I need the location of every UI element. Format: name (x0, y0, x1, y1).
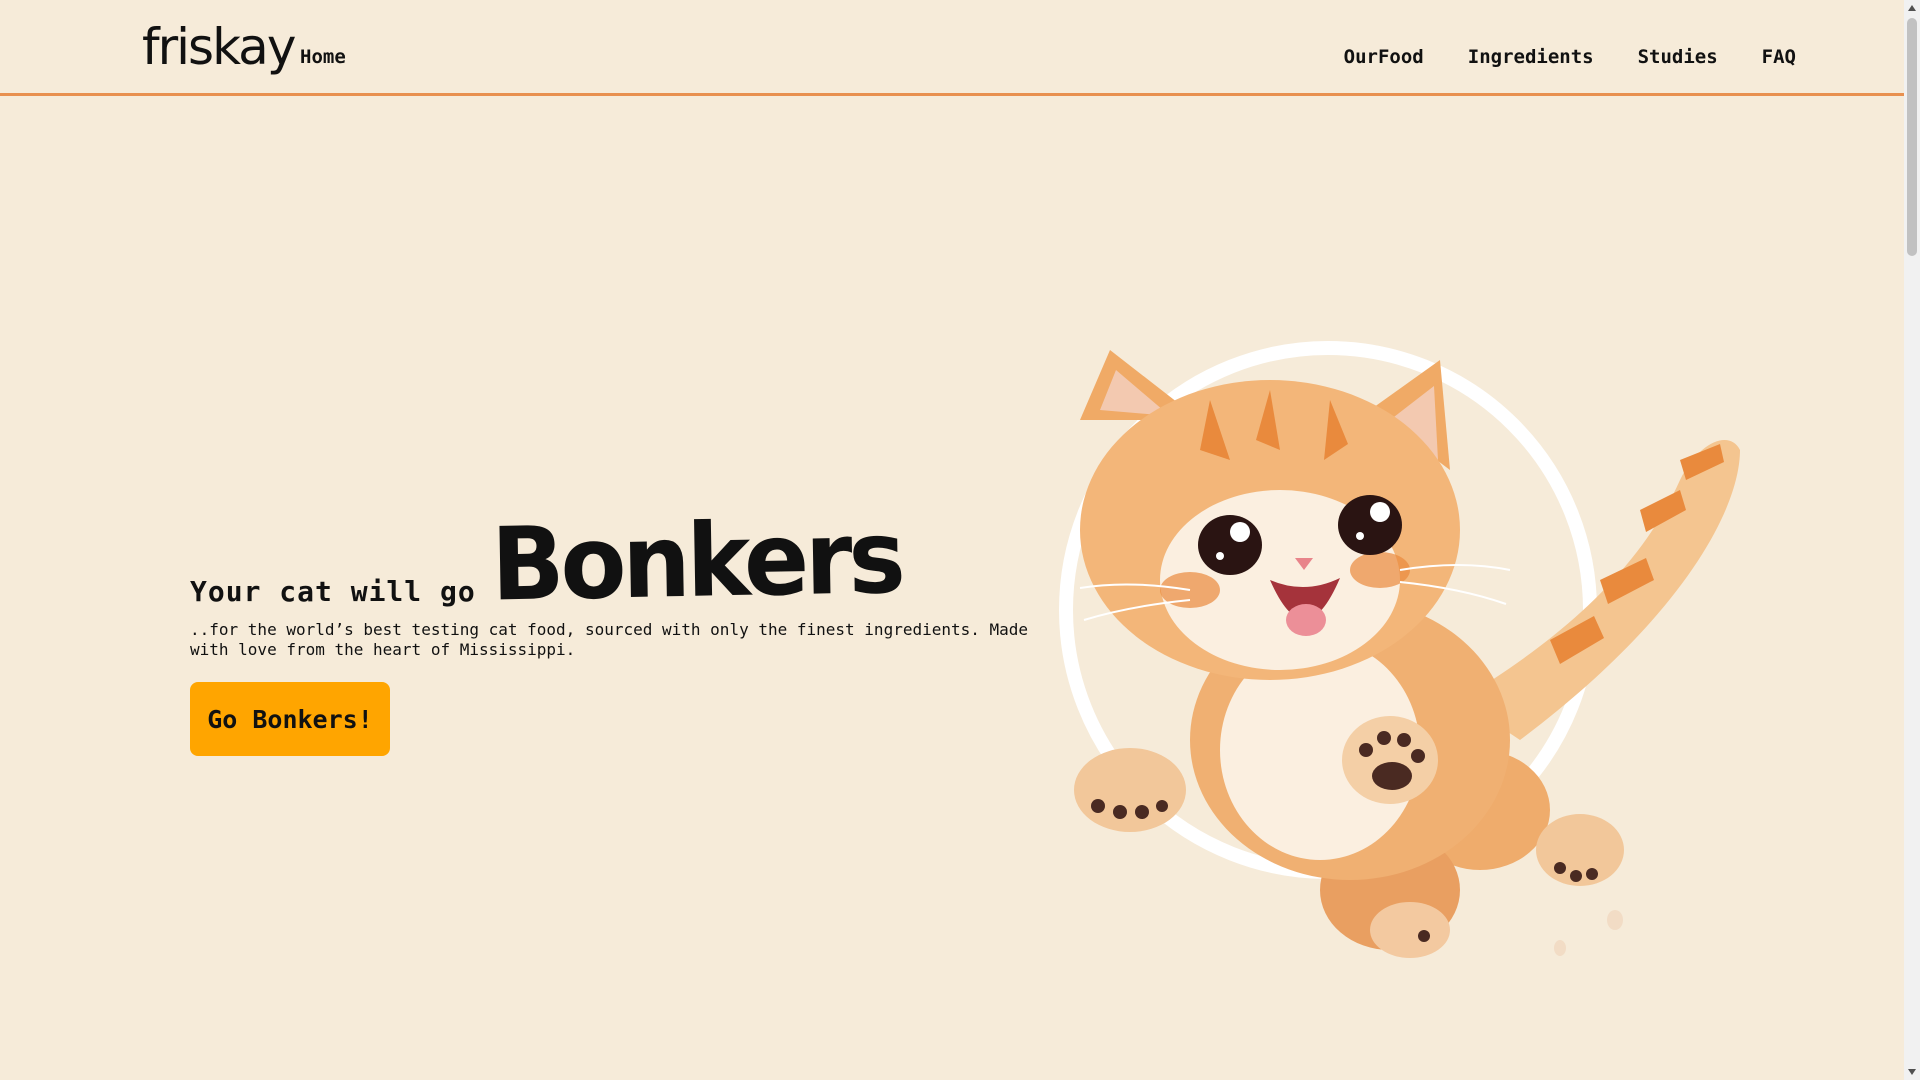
jumping-kitten-illustration (1059, 341, 1740, 958)
hero-highlight-word: Bonkers (489, 498, 903, 624)
hero-heading: Your cat will go Bonkers (190, 498, 903, 624)
go-bonkers-button[interactable]: Go Bonkers! (190, 682, 390, 756)
nav-link-studies[interactable]: Studies (1638, 48, 1718, 67)
hero-tagline: ..for the world’s best testing cat food,… (190, 620, 1029, 659)
kitten-tail (1460, 440, 1740, 740)
scroll-up-arrow-icon[interactable] (1904, 0, 1920, 16)
main-nav: OurFood Ingredients Studies FAQ (1344, 48, 1796, 67)
nav-link-ingredients[interactable]: Ingredients (1468, 48, 1594, 67)
nav-link-ourfood[interactable]: OurFood (1344, 48, 1424, 67)
scrollbar-thumb[interactable] (1907, 18, 1917, 256)
scroll-down-arrow-icon[interactable] (1904, 1064, 1920, 1080)
kitten-head (1080, 350, 1460, 680)
hero-lead-text: Your cat will go (190, 575, 476, 608)
brand-logo[interactable]: friskay (142, 22, 296, 72)
page-scrollbar[interactable] (1904, 0, 1920, 1080)
nav-home-link[interactable]: Home (300, 48, 346, 67)
nav-link-faq[interactable]: FAQ (1762, 48, 1796, 67)
site-header: friskay Home OurFood Ingredients Studies… (0, 0, 1904, 96)
kitten-left-paw (1074, 748, 1186, 832)
